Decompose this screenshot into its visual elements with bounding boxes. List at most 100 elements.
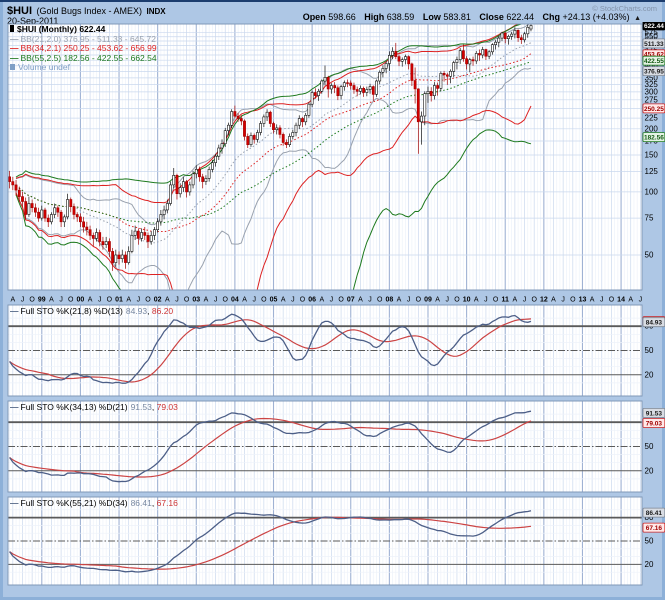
svg-text:J: J [446, 297, 450, 304]
svg-text:182.56: 182.56 [644, 135, 664, 142]
svg-text:J: J [639, 297, 643, 304]
svg-text:J: J [252, 297, 256, 304]
high-value: 638.59 [387, 12, 415, 22]
svg-text:O: O [454, 297, 460, 304]
high-label: High [364, 12, 384, 22]
symbol-description: (Gold Bugs Index - AMEX) [37, 6, 143, 16]
svg-text:02: 02 [154, 297, 162, 304]
stoch2-comma: , [152, 402, 154, 412]
svg-text:04: 04 [231, 297, 239, 304]
svg-text:50: 50 [645, 346, 654, 355]
svg-text:75: 75 [645, 214, 654, 223]
svg-text:00: 00 [77, 297, 85, 304]
svg-text:A: A [513, 297, 518, 304]
stoch3-line-icon: — [10, 498, 19, 508]
svg-text:J: J [291, 297, 295, 304]
svg-text:225: 225 [645, 114, 659, 123]
svg-text:A: A [165, 297, 170, 304]
svg-text:J: J [407, 297, 411, 304]
legend-volume: Volume undef [10, 63, 157, 73]
svg-text:08: 08 [385, 297, 393, 304]
close-label: Close [479, 12, 504, 22]
legend-symbol-label: $HUI (Monthly) 622.44 [17, 24, 105, 34]
svg-text:84.93: 84.93 [646, 320, 663, 327]
svg-text:A: A [281, 297, 286, 304]
svg-text:O: O [609, 297, 615, 304]
svg-text:J: J [330, 297, 334, 304]
svg-text:J: J [175, 297, 179, 304]
stoch1-comma: , [147, 306, 149, 316]
svg-text:20: 20 [645, 466, 654, 475]
svg-text:O: O [493, 297, 499, 304]
open-label: Open [303, 12, 326, 22]
stoch2-d-value: 79.03 [157, 402, 178, 412]
svg-text:O: O [300, 297, 306, 304]
svg-text:01: 01 [115, 297, 123, 304]
svg-text:79.03: 79.03 [646, 420, 663, 427]
svg-text:J: J [368, 297, 372, 304]
bb34-line-icon: — [10, 43, 19, 53]
stoch1-d-value: 86.20 [152, 306, 173, 316]
svg-text:J: J [561, 297, 565, 304]
open-value: 598.66 [328, 12, 356, 22]
candlestick-icon [10, 25, 14, 32]
svg-text:A: A [10, 297, 15, 304]
svg-text:622.44: 622.44 [644, 23, 664, 30]
svg-text:13: 13 [579, 297, 587, 304]
svg-text:A: A [242, 297, 247, 304]
svg-text:O: O [29, 297, 35, 304]
svg-text:O: O [416, 297, 422, 304]
svg-text:A: A [88, 297, 93, 304]
svg-text:J: J [98, 297, 102, 304]
low-label: Low [423, 12, 441, 22]
svg-text:J: J [21, 297, 25, 304]
svg-text:422.55: 422.55 [644, 58, 664, 65]
volume-bars-icon [10, 64, 15, 70]
stoch2-k-value: 91.53 [131, 402, 152, 412]
svg-text:05: 05 [270, 297, 278, 304]
svg-text:A: A [126, 297, 131, 304]
bb21-label: BB(21,2.0) 376.95 - 511.33 - 645.72 [21, 34, 156, 44]
stoch2-label: Full STO %K(34,13) %D(21) [21, 402, 128, 412]
svg-text:99: 99 [38, 297, 46, 304]
svg-text:50: 50 [645, 442, 654, 451]
svg-text:J: J [600, 297, 604, 304]
svg-text:20: 20 [645, 560, 654, 569]
svg-text:20: 20 [645, 370, 654, 379]
svg-text:O: O [223, 297, 229, 304]
svg-text:O: O [107, 297, 113, 304]
stoch3-comma: , [152, 498, 154, 508]
svg-text:03: 03 [192, 297, 200, 304]
svg-text:O: O [531, 297, 537, 304]
stoch3-d-value: 67.16 [157, 498, 178, 508]
stoch1-label: Full STO %K(21,8) %D(13) [21, 306, 123, 316]
svg-text:06: 06 [308, 297, 316, 304]
svg-text:A: A [397, 297, 402, 304]
svg-text:O: O [570, 297, 576, 304]
svg-text:J: J [523, 297, 527, 304]
svg-text:200: 200 [645, 124, 659, 133]
svg-text:A: A [551, 297, 556, 304]
svg-text:A: A [49, 297, 54, 304]
svg-text:250.25: 250.25 [644, 106, 664, 113]
svg-text:150: 150 [645, 151, 659, 160]
svg-text:O: O [377, 297, 383, 304]
svg-text:50: 50 [645, 251, 654, 260]
svg-text:J: J [214, 297, 218, 304]
svg-text:50: 50 [645, 537, 654, 546]
svg-text:275: 275 [645, 95, 659, 104]
svg-text:376.95: 376.95 [644, 69, 664, 76]
svg-text:511.33: 511.33 [644, 41, 664, 48]
svg-text:A: A [628, 297, 633, 304]
svg-text:10: 10 [463, 297, 471, 304]
chg-up-arrow-icon: ▲ [634, 15, 641, 22]
svg-text:J: J [59, 297, 63, 304]
svg-text:O: O [145, 297, 151, 304]
bb55-label: BB(55,2.5) 182.56 - 422.55 - 662.54 [21, 53, 157, 63]
svg-text:12: 12 [540, 297, 548, 304]
svg-text:O: O [338, 297, 344, 304]
stoch2-legend: —Full STO %K(34,13) %D(21)91.53, 79.03 [10, 402, 178, 412]
exchange-tag: INDX [147, 7, 166, 16]
svg-text:J: J [484, 297, 488, 304]
quote-line: Open 598.66 High 638.59 Low 583.81 Close… [297, 12, 641, 22]
